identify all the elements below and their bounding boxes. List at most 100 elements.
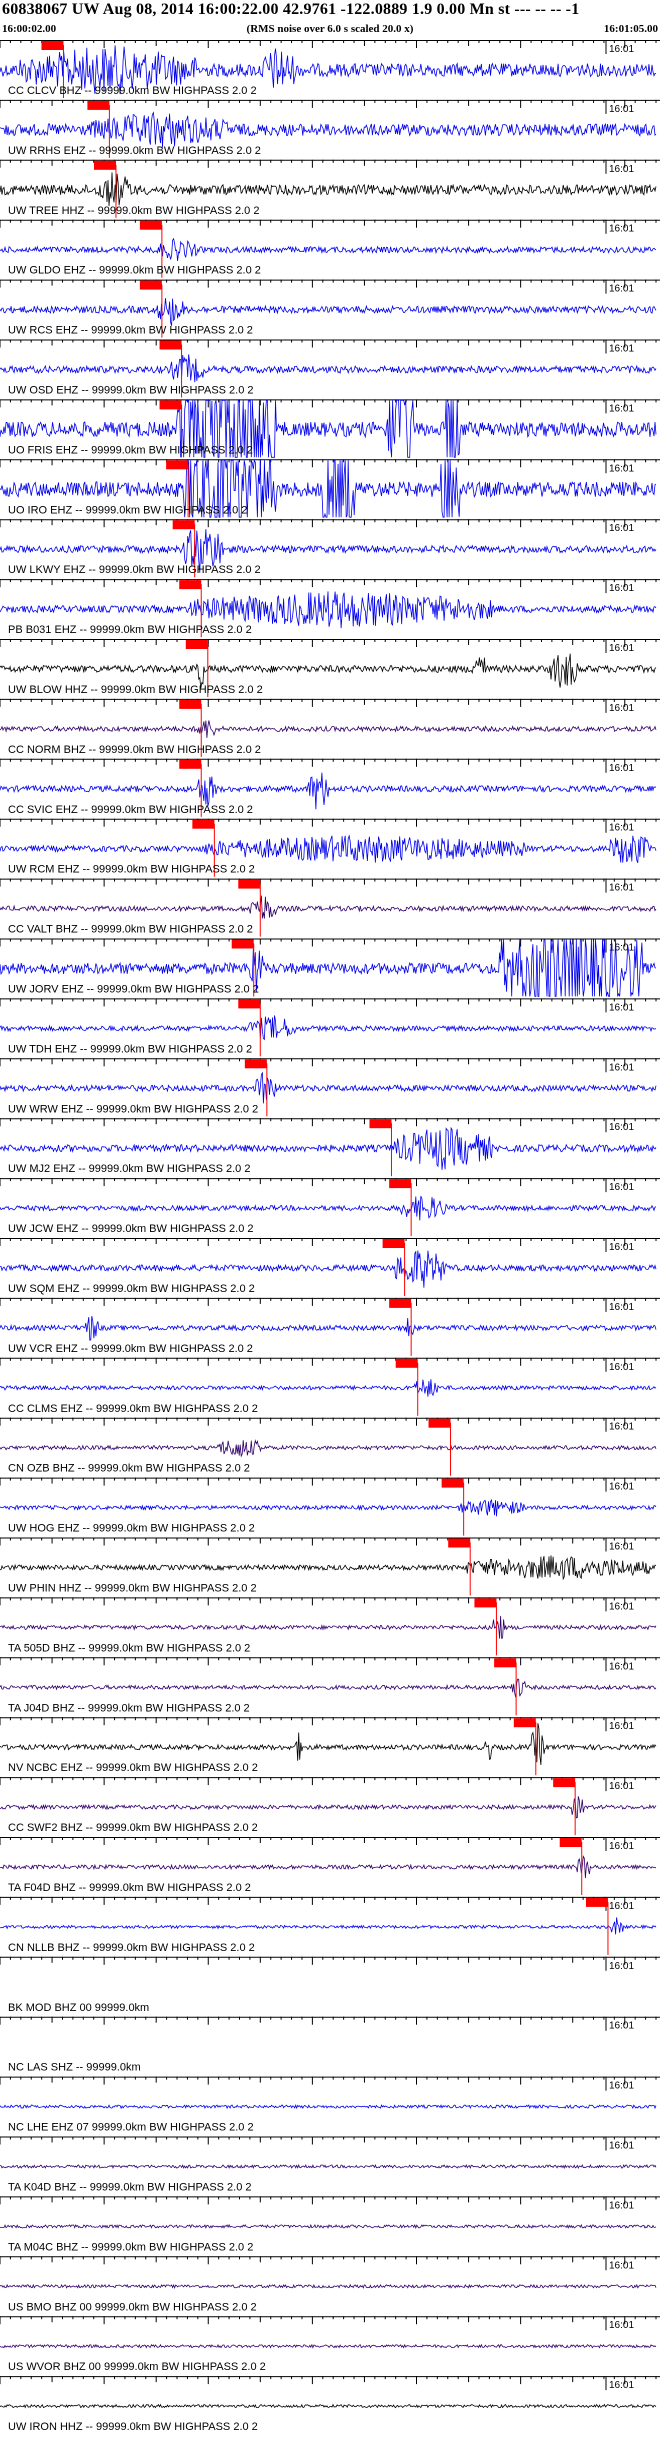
station-label: UW HOG EHZ -- 99999.0km BW HIGHPASS 2.0 … [8,1523,255,1535]
waveform [0,1615,657,1639]
minute-tick-label: 16:01 [609,1901,634,1912]
trace-row: 16:01 UW JORV EHZ -- 99999.0km BW HIGHPAS… [0,938,660,997]
station-label: UW TREE HHZ -- 99999.0km BW HIGHPASS 2.0… [8,205,259,217]
station-label: UW RCM EHZ -- 99999.0km BW HIGHPASS 2.0 … [8,864,255,876]
station-label: UW IRON HHZ -- 99999.0km BW HIGHPASS 2.0… [8,2421,258,2433]
pick-marker [369,1119,392,1129]
station-label: UW JCW EHZ -- 99999.0km BW HIGHPASS 2.0 … [8,1223,254,1235]
minute-tick-label: 16:01 [609,2200,634,2211]
pick-marker [238,999,261,1009]
station-label: CN NLLB BHZ -- 99999.0km BW HIGHPASS 2.0… [8,1942,255,1954]
pick-marker [172,520,195,530]
waveform [0,298,657,326]
trace-row: 16:01 CN OZB BHZ -- 99999.0km BW HIGHPASS… [0,1417,660,1476]
station-label: PB B031 EHZ -- 99999.0km BW HIGHPASS 2.0… [8,624,252,636]
waveform [0,1498,657,1517]
pick-marker [139,280,162,290]
trace-row: 16:01 CC CLMS EHZ -- 99999.0km BW HIGHPAS… [0,1357,660,1416]
pick-marker [192,819,215,829]
trace-row: 16:01 UO IRO EHZ -- 99999.0km BW HIGHPASS… [0,458,660,518]
pick-marker [553,1778,576,1788]
trace-row: 16:01 UW JCW EHZ -- 99999.0km BW HIGHPASS… [0,1178,660,1237]
pick-marker [87,100,110,110]
station-label: UW JORV EHZ -- 99999.0km BW HIGHPASS 2.0… [8,984,259,996]
waveform [0,1379,657,1397]
event-title: 60838067 UW Aug 08, 2014 16:00:22.00 42.… [2,1,580,18]
waveform [0,237,657,262]
trace-row: 16:01 US WVOR BHZ 00 99999.0km BW HIGHPAS… [0,2316,660,2373]
trace-row: 16:01 CC SWF2 BHZ -- 99999.0km BW HIGHPAS… [0,1777,660,1836]
pick-marker [244,1059,267,1069]
minute-tick-label: 16:01 [609,2320,634,2331]
station-label: UW OSD EHZ -- 99999.0km BW HIGHPASS 2.0 … [8,385,254,397]
pick-marker [185,640,208,649]
minute-tick-label: 16:01 [609,463,634,474]
pick-marker [513,1718,536,1728]
waveform [0,2223,657,2230]
minute-tick-label: 16:01 [609,164,634,175]
pick-marker [41,41,64,50]
seismogram-panel: 16:01 CC CLCV BHZ -- 99999.0km BW HIGHPAS… [0,40,660,2438]
trace-row: 16:01 UW RRHS EHZ -- 99999.0km BW HIGHPAS… [0,99,660,158]
minute-tick-label: 16:01 [609,763,634,774]
trace-row: 16:01 CC NORM BHZ -- 99999.0km BW HIGHPAS… [0,698,660,757]
trace-row: 16:01 UW RCM EHZ -- 99999.0km BW HIGHPASS… [0,818,660,877]
trace-row: 16:01 TA F04D BHZ -- 99999.0km BW HIGHPAS… [0,1837,660,1895]
waveform [0,1316,657,1341]
trace-row: 16:01 UW WRW EHZ -- 99999.0km BW HIGHPASS… [0,1058,660,1117]
waveform [0,834,657,864]
minute-tick-label: 16:01 [609,1482,634,1493]
station-label: UO FRIS EHZ -- 99999.0km BW HIGHPASS 2.0… [8,444,253,456]
minute-tick-label: 16:01 [609,1601,634,1612]
trace-row: 16:01 TA J04D BHZ -- 99999.0km BW HIGHPAS… [0,1657,660,1716]
station-label: UW TDH EHZ -- 99999.0km BW HIGHPASS 2.0 … [8,1043,252,1055]
waveform [0,2104,657,2110]
minute-tick-label: 16:01 [609,344,634,355]
end-time-label: 16:01:05.00 [603,23,658,35]
minute-tick-label: 16:01 [609,224,634,235]
waveform [0,720,657,738]
trace-row: 16:01 UO FRIS EHZ -- 99999.0km BW HIGHPAS… [0,399,660,458]
minute-tick-label: 16:01 [609,1422,634,1433]
station-label: UW VCR EHZ -- 99999.0km BW HIGHPASS 2.0 … [8,1343,253,1355]
waveform [0,2283,657,2289]
station-label: CC CLCV BHZ -- 99999.0km BW HIGHPASS 2.0… [8,85,257,97]
trace-row: 16:01 UW GLDO EHZ -- 99999.0km BW HIGHPAS… [0,219,660,278]
station-label: NC LHE EHZ 07 99999.0km BW HIGHPASS 2.0 … [8,2122,254,2134]
pick-marker [428,1418,451,1428]
pick-marker [231,939,254,949]
station-label: UO IRO EHZ -- 99999.0km BW HIGHPASS 2.0 … [8,504,247,516]
minute-tick-label: 16:01 [609,1961,634,1972]
station-label: TA J04D BHZ -- 99999.0km BW HIGHPASS 2.0… [8,1702,250,1714]
waveform [0,1196,657,1221]
trace-row: 16:01 UW BLOW HHZ -- 99999.0km BW HIGHPAS… [0,639,660,697]
minute-tick-label: 16:01 [609,1542,634,1553]
trace-row: 16:01 TA M04C BHZ -- 99999.0km BW HIGHPAS… [0,2196,660,2253]
pick-marker [494,1658,517,1668]
trace-row: 16:01 PB B031 EHZ -- 99999.0km BW HIGHPAS… [0,579,660,638]
station-label: UW LKWY EHZ -- 99999.0km BW HIGHPASS 2.0… [8,564,261,576]
waveform [0,172,657,207]
pick-marker [238,879,261,889]
station-label: CC SWF2 BHZ -- 99999.0km BW HIGHPASS 2.0… [8,1822,258,1834]
trace-row: 16:01 UW PHIN HHZ -- 99999.0km BW HIGHPAS… [0,1537,660,1596]
minute-tick-label: 16:01 [609,1122,634,1133]
trace-row: 16:01 CC VALT BHZ -- 99999.0km BW HIGHPAS… [0,878,660,937]
station-label: UW WRW EHZ -- 99999.0km BW HIGHPASS 2.0 … [8,1103,258,1115]
minute-tick-label: 16:01 [609,1721,634,1732]
station-label: UW BLOW HHZ -- 99999.0km BW HIGHPASS 2.0… [8,684,263,696]
minute-tick-label: 16:01 [609,2260,634,2271]
pick-marker [448,1538,471,1548]
minute-tick-label: 16:01 [609,1002,634,1013]
station-label: TA K04D BHZ -- 99999.0km BW HIGHPASS 2.0… [8,2182,252,2194]
trace-row: 16:01 US BMO BHZ 00 99999.0km BW HIGHPASS… [0,2256,660,2313]
station-label: UW RRHS EHZ -- 99999.0km BW HIGHPASS 2.0… [8,145,261,157]
trace-row: 16:01 NC LAS SHZ -- 99999.0km [0,2016,660,2074]
minute-tick-label: 16:01 [609,2021,634,2032]
trace-row: 16:01 UW LKWY EHZ -- 99999.0km BW HIGHPAS… [0,519,660,578]
pick-marker [159,400,182,410]
station-label: CN OZB BHZ -- 99999.0km BW HIGHPASS 2.0 … [8,1463,250,1475]
trace-row: 16:01 NV NCBC EHZ -- 99999.0km BW HIGHPAS… [0,1717,660,1776]
station-label: BK MOD BHZ 00 99999.0km [8,2002,149,2014]
pick-marker [159,340,182,350]
